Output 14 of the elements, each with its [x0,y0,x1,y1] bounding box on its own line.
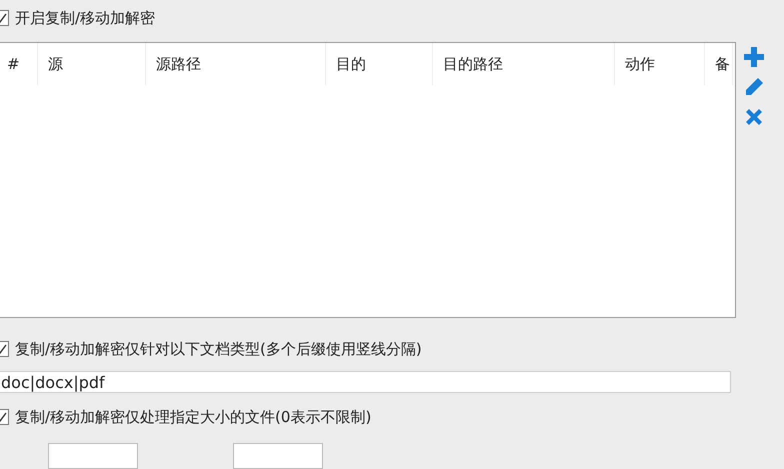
checkbox-label: 开启复制/移动加解密 [15,8,156,28]
column-header[interactable]: 动作 [615,43,705,85]
column-header[interactable]: # [0,43,38,85]
column-header[interactable]: 目的 [326,43,433,85]
size-field[interactable] [233,443,323,469]
checkbox-label: 复制/移动加解密仅处理指定大小的文件(0表示不限制) [15,408,372,426]
column-header[interactable]: 备 [705,43,733,85]
column-header[interactable]: 源路径 [146,43,326,85]
checkbox-label: 复制/移动加解密仅针对以下文档类型(多个后缀使用竖线分隔) [15,340,422,358]
add-button[interactable] [742,45,766,69]
size-field[interactable] [48,443,138,469]
column-header[interactable]: 源 [38,43,146,85]
column-header[interactable]: 目的路径 [433,43,615,85]
extensions-field[interactable]: doc|docx|pdf [0,371,731,393]
